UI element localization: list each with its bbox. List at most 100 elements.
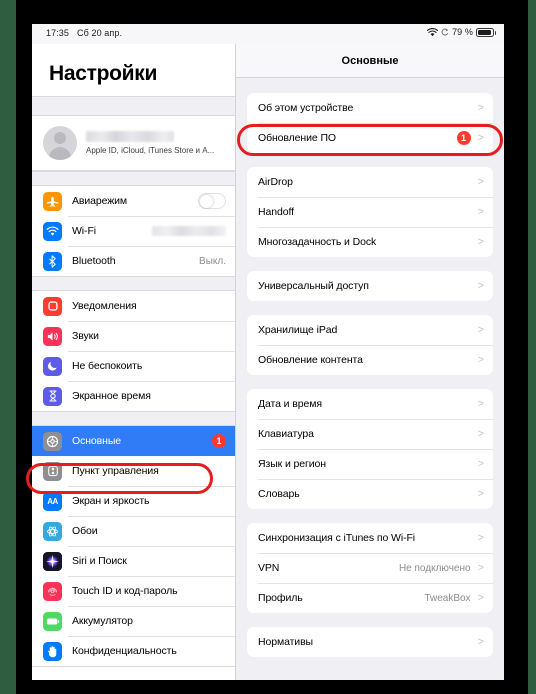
sidebar-item-sounds[interactable]: Звуки [32,321,235,351]
sidebar-group-alerts: Уведомления Звуки Не беспокоить Экранное… [32,291,235,411]
sidebar-section-gap [32,96,235,116]
row-label: Синхронизация с iTunes по Wi-Fi [258,532,416,544]
row-language-region[interactable]: Язык и регион > [247,449,493,479]
detail-group-storage: Хранилище iPad > Обновление контента > [247,315,493,375]
rotation-lock-icon [441,28,449,36]
screenshot-root: 17:35 Сб 20 апр. 79 % Настройки Apple ID… [0,0,536,694]
wallpaper-icon [43,521,62,541]
privacy-hand-icon [43,641,62,661]
row-airdrop[interactable]: AirDrop > [247,167,493,197]
chevron-right-icon: > [477,205,484,218]
row-label: Обновление контента [258,354,363,366]
row-label: Словарь [258,488,300,500]
row-label: VPN [258,562,280,574]
sidebar-item-control-center[interactable]: Пункт управления [32,456,235,486]
sidebar-item-siri-search[interactable]: Siri и Поиск [32,546,235,576]
control-center-icon [43,461,62,481]
row-vpn[interactable]: VPN Не подключено > [247,553,493,583]
row-itunes-wifi-sync[interactable]: Синхронизация с iTunes по Wi-Fi > [247,523,493,553]
airplane-icon [43,191,62,211]
row-ipad-storage[interactable]: Хранилище iPad > [247,315,493,345]
chevron-right-icon: > [477,487,484,500]
sidebar-item-touch-id-passcode[interactable]: Touch ID и код-пароль [32,576,235,606]
row-background-refresh[interactable]: Обновление контента > [247,345,493,375]
row-profile[interactable]: Профиль TweakBox > [247,583,493,613]
sidebar-item-airplane-mode[interactable]: Авиарежим [32,186,235,216]
row-label: Универсальный доступ [258,280,369,292]
sidebar-item-label: Пункт управления [72,465,159,477]
settings-sidebar[interactable]: Настройки Apple ID, iCloud, iTunes Store… [32,44,236,680]
chevron-right-icon: > [477,457,484,470]
sidebar-section-gap [32,411,235,426]
row-label: Хранилище iPad [258,324,338,336]
chevron-right-icon: > [477,427,484,440]
chevron-right-icon: > [477,635,484,648]
apple-id-text: Apple ID, iCloud, iTunes Store и A... [86,131,214,155]
row-accessibility[interactable]: Универсальный доступ > [247,271,493,301]
wifi-icon [427,27,439,36]
sidebar-item-do-not-disturb[interactable]: Не беспокоить [32,351,235,381]
sidebar-item-label: Siri и Поиск [72,555,127,567]
chevron-right-icon: > [477,353,484,366]
sidebar-item-battery[interactable]: Аккумулятор [32,606,235,636]
sidebar-bottom-filler [32,666,235,667]
sidebar-item-screen-time[interactable]: Экранное время [32,381,235,411]
row-label: Язык и регион [258,458,326,470]
row-handoff[interactable]: Handoff > [247,197,493,227]
row-software-update[interactable]: Обновление ПО 1 > [247,123,493,153]
status-bar-date: Сб 20 апр. [77,28,123,38]
sidebar-section-gap [32,171,235,186]
chevron-right-icon: > [477,101,484,114]
siri-icon [43,551,62,571]
status-bar: 17:35 Сб 20 апр. 79 % [32,24,504,44]
sidebar-item-bluetooth[interactable]: Bluetooth Выкл. [32,246,235,276]
detail-body: Об этом устройстве > Обновление ПО 1 > A… [236,93,504,657]
row-label: Handoff [258,206,294,218]
status-bar-left: 17:35 Сб 20 апр. [46,28,122,38]
sidebar-item-label: Аккумулятор [72,615,133,627]
wifi-icon [43,221,62,241]
detail-group-locale: Дата и время > Клавиатура > Язык и регио… [247,389,493,509]
general-settings-pane: Основные Об этом устройстве > Обновление… [236,44,504,680]
row-multitasking-dock[interactable]: Многозадачность и Dock > [247,227,493,257]
chevron-right-icon: > [477,323,484,336]
row-label: Об этом устройстве [258,102,354,114]
row-about-device[interactable]: Об этом устройстве > [247,93,493,123]
row-date-time[interactable]: Дата и время > [247,389,493,419]
sidebar-item-general[interactable]: Основные 1 [32,426,235,456]
detail-header: Основные [236,44,504,78]
sidebar-item-label: Обои [72,525,98,537]
sidebar-item-apple-id[interactable]: Apple ID, iCloud, iTunes Store и A... [32,116,235,171]
detail-group-legal: Нормативы > [247,627,493,657]
status-bar-time: 17:35 [46,28,70,38]
sidebar-item-wifi[interactable]: Wi-Fi [32,216,235,246]
airplane-mode-toggle[interactable] [198,193,226,209]
sidebar-item-display-brightness[interactable]: AA Экран и яркость [32,486,235,516]
apple-id-subtitle: Apple ID, iCloud, iTunes Store и A... [86,146,215,155]
row-regulatory[interactable]: Нормативы > [247,627,493,657]
general-badge: 1 [212,434,226,448]
sidebar-section-gap [32,276,235,291]
sidebar-item-privacy[interactable]: Конфиденциальность [32,636,235,666]
row-dictionary[interactable]: Словарь > [247,479,493,509]
row-label: Нормативы [258,636,313,648]
battery-icon [476,27,496,37]
display-brightness-icon: AA [43,491,62,511]
sidebar-item-label: Touch ID и код-пароль [72,585,178,597]
sidebar-item-wallpaper[interactable]: Обои [32,516,235,546]
touch-id-icon [43,581,62,601]
battery-icon [43,611,62,631]
row-keyboard[interactable]: Клавиатура > [247,419,493,449]
chevron-right-icon: > [477,397,484,410]
chevron-right-icon: > [477,175,484,188]
page-title: Настройки [49,62,158,85]
notifications-icon [43,296,62,316]
sidebar-item-notifications[interactable]: Уведомления [32,291,235,321]
bluetooth-status-value: Выкл. [199,255,226,267]
avatar [43,126,77,160]
sidebar-item-label: Bluetooth [72,255,116,267]
sidebar-item-label: Звуки [72,330,99,342]
detail-group-sharing: AirDrop > Handoff > Многозадачность и Do… [247,167,493,257]
sidebar-item-label: Экран и яркость [72,495,150,507]
chevron-right-icon: > [477,235,484,248]
